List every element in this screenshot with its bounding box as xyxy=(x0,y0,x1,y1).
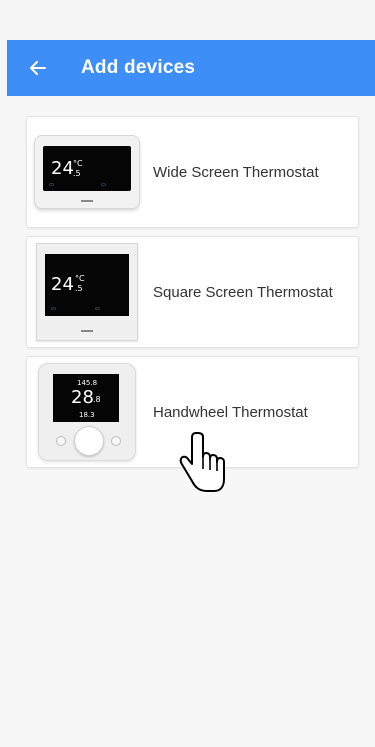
hand-pointer-icon xyxy=(177,431,227,495)
device-list: 24 °C .5 ▭ ▭ Wide Screen Thermostat 24 °… xyxy=(26,116,359,476)
device-name: Wide Screen Thermostat xyxy=(153,163,319,181)
back-arrow-icon[interactable] xyxy=(29,59,47,77)
device-name: Square Screen Thermostat xyxy=(153,283,333,301)
device-card-square-screen[interactable]: 24 °C .5 ▭ ▭ Square Screen Thermostat xyxy=(26,236,359,348)
status-bar xyxy=(0,0,375,40)
handwheel-thermostat-image: 145.8 28 .8 18.3 xyxy=(29,362,145,462)
device-card-wide-screen[interactable]: 24 °C .5 ▭ ▭ Wide Screen Thermostat xyxy=(26,116,359,228)
app-bar: Add devices xyxy=(7,40,375,96)
device-name: Handwheel Thermostat xyxy=(153,403,308,421)
page-title: Add devices xyxy=(81,57,196,78)
handwheel-knob xyxy=(74,426,104,456)
wide-screen-thermostat-image: 24 °C .5 ▭ ▭ xyxy=(29,122,145,222)
square-screen-thermostat-image: 24 °C .5 ▭ ▭ xyxy=(29,242,145,342)
